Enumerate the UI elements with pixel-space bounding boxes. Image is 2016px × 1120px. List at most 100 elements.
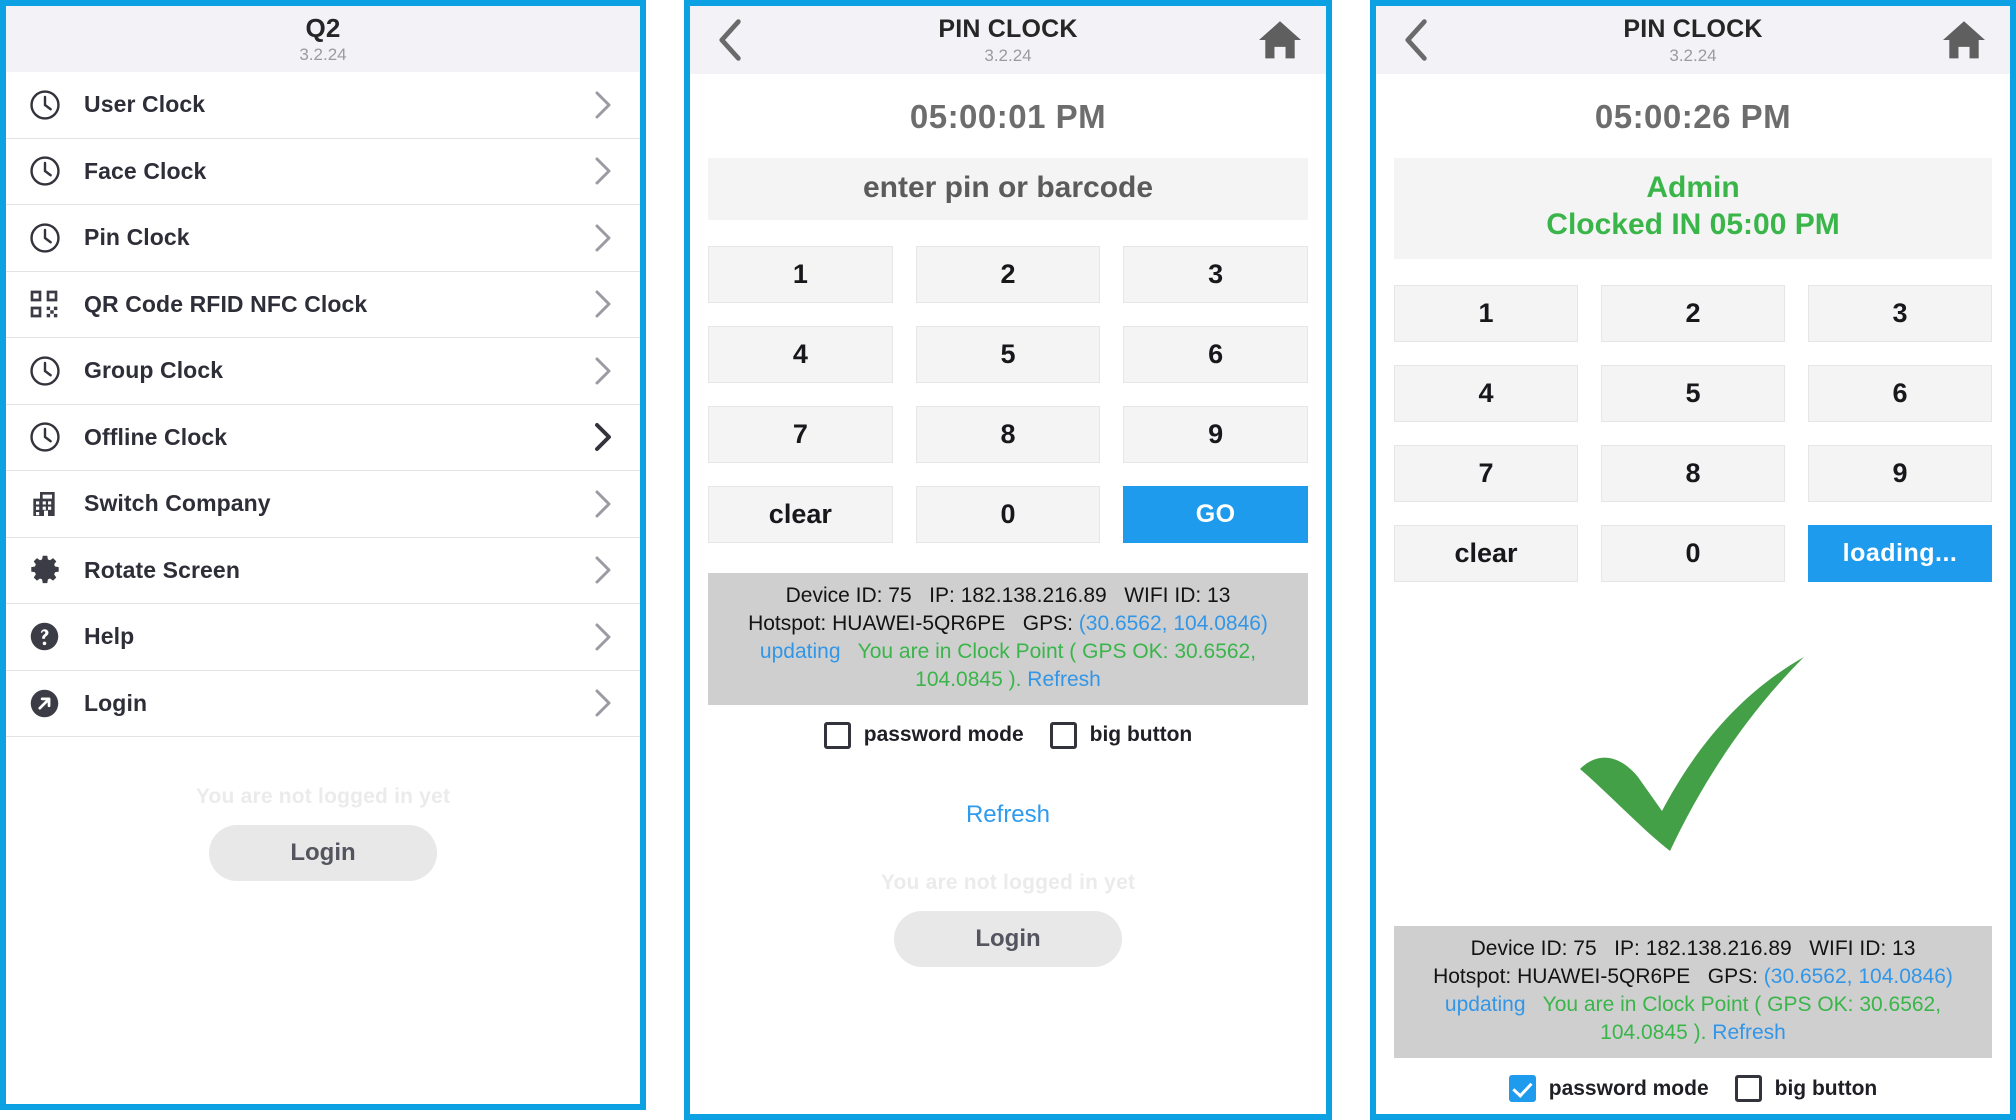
key-6[interactable]: 6 — [1808, 365, 1992, 423]
pin-clock-body: 05:00:01 PM enter pin or barcode 1 2 3 4… — [690, 74, 1326, 967]
key-6[interactable]: 6 — [1123, 326, 1308, 383]
menu-item-login[interactable]: Login — [6, 671, 640, 737]
hotspot-value: HUAWEI-5QR6PE — [832, 611, 1006, 635]
menu-header: Q2 3.2.24 — [6, 6, 640, 72]
key-8[interactable]: 8 — [1601, 445, 1785, 503]
device-id-value: 75 — [1573, 937, 1597, 961]
menu-item-face-clock[interactable]: Face Clock — [6, 139, 640, 205]
result-keypad: 1 2 3 4 5 6 7 8 9 clear 0 loading... — [1394, 285, 1992, 583]
key-4[interactable]: 4 — [708, 326, 893, 383]
big-button-checkbox[interactable] — [1734, 1075, 1762, 1102]
clock-icon — [28, 154, 80, 188]
big-button-option[interactable]: big button — [1049, 721, 1193, 749]
ip-label: IP: — [929, 584, 955, 607]
login-button[interactable]: Login — [894, 910, 1122, 967]
wifi-id-value: 13 — [1892, 937, 1916, 961]
key-clear[interactable]: clear — [708, 486, 893, 543]
wifi-id-value: 13 — [1207, 584, 1231, 607]
hotspot-value: HUAWEI-5QR6PE — [1517, 965, 1691, 989]
clock-time: 05:00:01 PM — [909, 98, 1107, 135]
big-button-checkbox[interactable] — [1049, 721, 1077, 749]
back-icon[interactable] — [708, 17, 754, 63]
pin-input[interactable]: enter pin or barcode — [708, 158, 1308, 220]
chevron-right-icon — [592, 90, 614, 120]
key-7[interactable]: 7 — [708, 406, 893, 463]
wifi-id-label: WIFI ID: — [1124, 584, 1202, 607]
key-2[interactable]: 2 — [1601, 285, 1785, 343]
ip-label: IP: — [1614, 937, 1640, 961]
password-mode-label: password mode — [1548, 1076, 1709, 1100]
menu-panel: Q2 3.2.24 User Clock Face Clock Pin Cloc… — [0, 0, 646, 1110]
clock-icon — [28, 420, 80, 454]
result-body: 05:00:26 PM Admin Clocked IN 05:00 PM 1 … — [1376, 74, 2010, 583]
menu-item-user-clock[interactable]: User Clock — [6, 72, 640, 139]
green-check-icon — [1558, 651, 1828, 871]
pin-clock-header: PIN CLOCK 3.2.24 — [690, 6, 1326, 74]
result-header-titles: PIN CLOCK 3.2.24 — [1623, 16, 1762, 64]
key-9[interactable]: 9 — [1123, 406, 1308, 463]
clock-icon — [28, 88, 80, 122]
home-icon[interactable] — [1940, 16, 1988, 64]
gps-coords: (30.6562, 104.0846) — [1078, 611, 1268, 635]
key-7[interactable]: 7 — [1394, 445, 1578, 503]
hotspot-label: Hotspot: — [748, 611, 827, 635]
device-info-box: Device ID: 75 IP: 182.138.216.89 WIFI ID… — [708, 573, 1308, 705]
key-3[interactable]: 3 — [1123, 246, 1308, 303]
key-5[interactable]: 5 — [915, 326, 1101, 383]
big-button-option[interactable]: big button — [1734, 1075, 1877, 1102]
gps-label: GPS: — [1022, 611, 1073, 635]
menu-item-label: Face Clock — [84, 157, 207, 184]
big-button-label: big button — [1089, 723, 1193, 747]
key-1[interactable]: 1 — [1394, 285, 1578, 343]
key-4[interactable]: 4 — [1394, 365, 1578, 423]
screenshot-stage: Q2 3.2.24 User Clock Face Clock Pin Cloc… — [0, 0, 2016, 1120]
menu-item-group-clock[interactable]: Group Clock — [6, 338, 640, 405]
pin-clock-header-titles: PIN CLOCK 3.2.24 — [938, 16, 1077, 64]
pin-options-row: password mode big button — [708, 721, 1308, 749]
key-0[interactable]: 0 — [1601, 525, 1785, 583]
device-id-value: 75 — [888, 584, 912, 607]
not-logged-in-note: You are not logged in yet — [880, 870, 1136, 894]
qr-code-icon — [28, 288, 80, 320]
result-options-row: password mode big button — [1394, 1075, 1992, 1102]
key-2[interactable]: 2 — [915, 246, 1101, 303]
chevron-right-icon — [592, 289, 614, 319]
device-info-refresh-link[interactable]: Refresh — [1712, 1021, 1786, 1044]
result-footer: Device ID: 75 IP: 182.138.216.89 WIFI ID… — [1376, 926, 2010, 1102]
chevron-right-icon — [592, 622, 614, 652]
key-5[interactable]: 5 — [1601, 365, 1785, 423]
menu-item-help[interactable]: Help — [6, 604, 640, 671]
key-9[interactable]: 9 — [1808, 445, 1992, 503]
key-0[interactable]: 0 — [915, 486, 1101, 543]
key-clear[interactable]: clear — [1394, 525, 1578, 583]
menu-item-offline-clock[interactable]: Offline Clock — [6, 405, 640, 471]
refresh-link[interactable]: Refresh — [708, 801, 1308, 829]
menu-item-label: Switch Company — [84, 490, 271, 517]
pin-clock-panel: PIN CLOCK 3.2.24 05:00:01 PM enter pin o… — [684, 0, 1332, 1120]
device-info-refresh-link[interactable]: Refresh — [1027, 668, 1101, 691]
back-icon[interactable] — [1394, 17, 1440, 63]
password-mode-checkbox[interactable] — [1508, 1075, 1536, 1102]
result-header: PIN CLOCK 3.2.24 — [1376, 6, 2010, 74]
home-icon[interactable] — [1256, 16, 1304, 64]
key-3[interactable]: 3 — [1808, 285, 1992, 343]
login-button[interactable]: Login — [209, 825, 437, 881]
building-icon — [28, 488, 80, 520]
key-8[interactable]: 8 — [915, 406, 1101, 463]
clock-icon — [28, 221, 80, 255]
password-mode-checkbox[interactable] — [823, 721, 851, 749]
password-mode-option[interactable]: password mode — [823, 721, 1024, 749]
menu-item-rotate-screen[interactable]: Rotate Screen — [6, 538, 640, 604]
menu-item-switch-company[interactable]: Switch Company — [6, 471, 640, 538]
password-mode-option[interactable]: password mode — [1508, 1075, 1709, 1102]
key-1[interactable]: 1 — [708, 246, 893, 303]
loading-button[interactable]: loading... — [1808, 525, 1992, 583]
menu-item-qr-code-rfid-nfc-clock[interactable]: QR Code RFID NFC Clock — [6, 272, 640, 338]
chevron-right-icon — [592, 223, 614, 253]
go-button[interactable]: GO — [1123, 486, 1308, 543]
menu-item-label: Help — [84, 623, 135, 650]
updating-status: updating — [759, 639, 841, 663]
menu-item-pin-clock[interactable]: Pin Clock — [6, 205, 640, 272]
menu-header-titles: Q2 3.2.24 — [299, 15, 346, 63]
menu-item-label: Offline Clock — [84, 423, 228, 450]
